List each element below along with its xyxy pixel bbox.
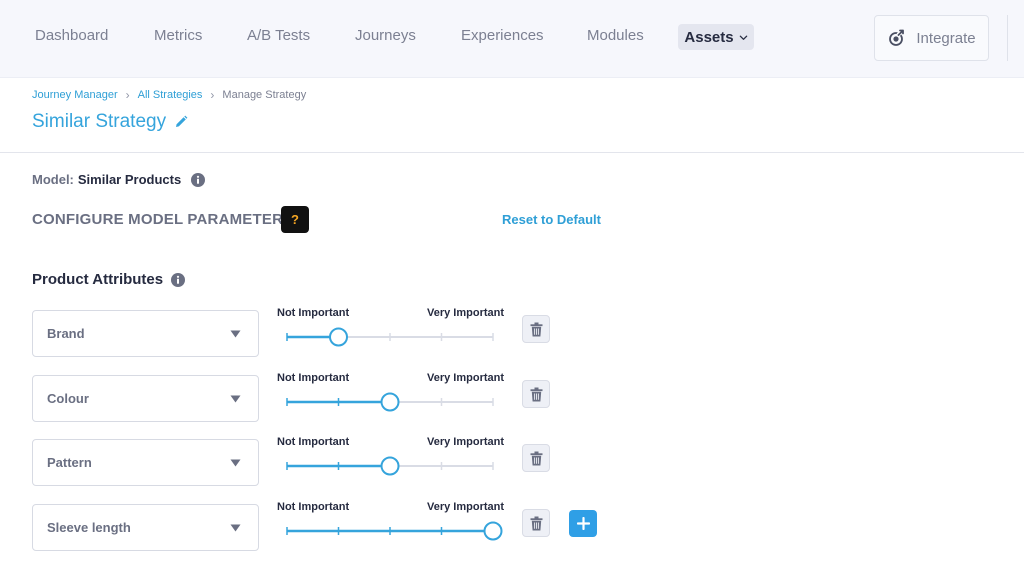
breadcrumb: Journey Manager › All Strategies › Manag… [32, 88, 306, 102]
delete-attribute-button[interactable] [522, 380, 550, 408]
attribute-select-label: Sleeve length [47, 520, 131, 535]
delete-attribute-button[interactable] [522, 509, 550, 537]
attribute-select[interactable]: Colour [32, 375, 259, 422]
trash-icon [530, 322, 542, 336]
caret-down-icon [230, 395, 241, 402]
integrate-label: Integrate [916, 29, 976, 47]
importance-slider-graphic [286, 456, 494, 476]
attribute-row: Pattern Not Important Very Important [0, 436, 1024, 486]
model-label: Model: [32, 172, 74, 187]
attribute-select-label: Brand [47, 326, 85, 341]
importance-slider-graphic [286, 327, 494, 347]
help-button[interactable]: ? [281, 206, 309, 233]
importance-slider[interactable] [286, 456, 494, 476]
caret-down-icon [230, 459, 241, 466]
attribute-row: Brand Not Important Very Important [0, 307, 1024, 357]
attribute-row: Sleeve length Not Important Very Importa… [0, 501, 1024, 551]
scale-min-label: Not Important [277, 307, 350, 319]
nav-metrics[interactable]: Metrics [154, 27, 202, 44]
scale-min-label: Not Important [277, 372, 350, 384]
info-icon[interactable] [191, 172, 206, 187]
header-divider [0, 152, 1024, 153]
reset-to-default-link[interactable]: Reset to Default [502, 212, 601, 227]
attribute-select-label: Pattern [47, 455, 92, 470]
trash-icon [530, 516, 542, 530]
importance-slider[interactable] [286, 521, 503, 541]
breadcrumb-separator-icon: › [210, 88, 215, 102]
nav-assets[interactable]: Assets [678, 24, 754, 50]
integrate-icon [889, 29, 905, 46]
scale-min-label: Not Important [277, 436, 350, 448]
breadcrumb-separator-icon: › [125, 88, 130, 102]
attribute-select-label: Colour [47, 391, 89, 406]
breadcrumb-journey-manager[interactable]: Journey Manager [32, 89, 118, 101]
nav-journeys[interactable]: Journeys [355, 27, 416, 44]
slider-handle[interactable] [329, 327, 348, 347]
nav-modules[interactable]: Modules [587, 27, 644, 44]
attribute-select[interactable]: Sleeve length [32, 504, 259, 551]
caret-down-icon [230, 524, 241, 531]
page-title-text: Similar Strategy [32, 111, 167, 132]
pencil-icon[interactable] [174, 115, 188, 129]
info-icon[interactable] [171, 272, 186, 287]
integrate-button[interactable]: Integrate [874, 15, 989, 61]
scale-max-label: Very Important [427, 372, 505, 384]
product-attributes-heading: Product Attributes [32, 271, 186, 288]
importance-slider[interactable] [286, 392, 494, 412]
trash-icon [530, 451, 542, 465]
importance-slider-graphic [286, 521, 503, 541]
delete-attribute-button[interactable] [522, 315, 550, 343]
slider-handle[interactable] [483, 521, 503, 541]
importance-slider-graphic [286, 392, 494, 412]
nav-assets-label: Assets [684, 28, 734, 46]
trash-icon [530, 387, 542, 401]
caret-down-icon [230, 330, 241, 337]
model-info: Model: Similar Products [32, 172, 206, 187]
nav-divider [1007, 15, 1008, 61]
nav-dashboard[interactable]: Dashboard [35, 27, 108, 44]
scale-max-label: Very Important [427, 436, 505, 448]
product-attributes-title: Product Attributes [32, 271, 164, 288]
nav-ab-tests[interactable]: A/B Tests [247, 27, 310, 44]
scale-max-label: Very Important [427, 307, 505, 319]
slider-handle[interactable] [380, 392, 400, 412]
nav-experiences[interactable]: Experiences [461, 27, 544, 44]
attribute-select[interactable]: Brand [32, 310, 259, 357]
importance-slider[interactable] [286, 327, 494, 347]
scale-min-label: Not Important [277, 501, 350, 513]
slider-handle[interactable] [380, 456, 400, 476]
page-title: Similar Strategy [32, 111, 188, 133]
top-nav: Dashboard Metrics A/B Tests Journeys Exp… [0, 0, 1024, 78]
attribute-select[interactable]: Pattern [32, 439, 259, 486]
chevron-down-icon [739, 35, 747, 40]
delete-attribute-button[interactable] [522, 444, 550, 472]
plus-icon [576, 517, 590, 530]
breadcrumb-current: Manage Strategy [222, 89, 307, 101]
configure-parameters-heading: CONFIGURE MODEL PARAMETERS [32, 211, 294, 228]
attribute-row: Colour Not Important Very Important [0, 372, 1024, 422]
model-value: Similar Products [77, 172, 182, 187]
breadcrumb-all-strategies[interactable]: All Strategies [138, 89, 203, 101]
add-attribute-button[interactable] [569, 510, 597, 537]
scale-max-label: Very Important [427, 501, 505, 513]
